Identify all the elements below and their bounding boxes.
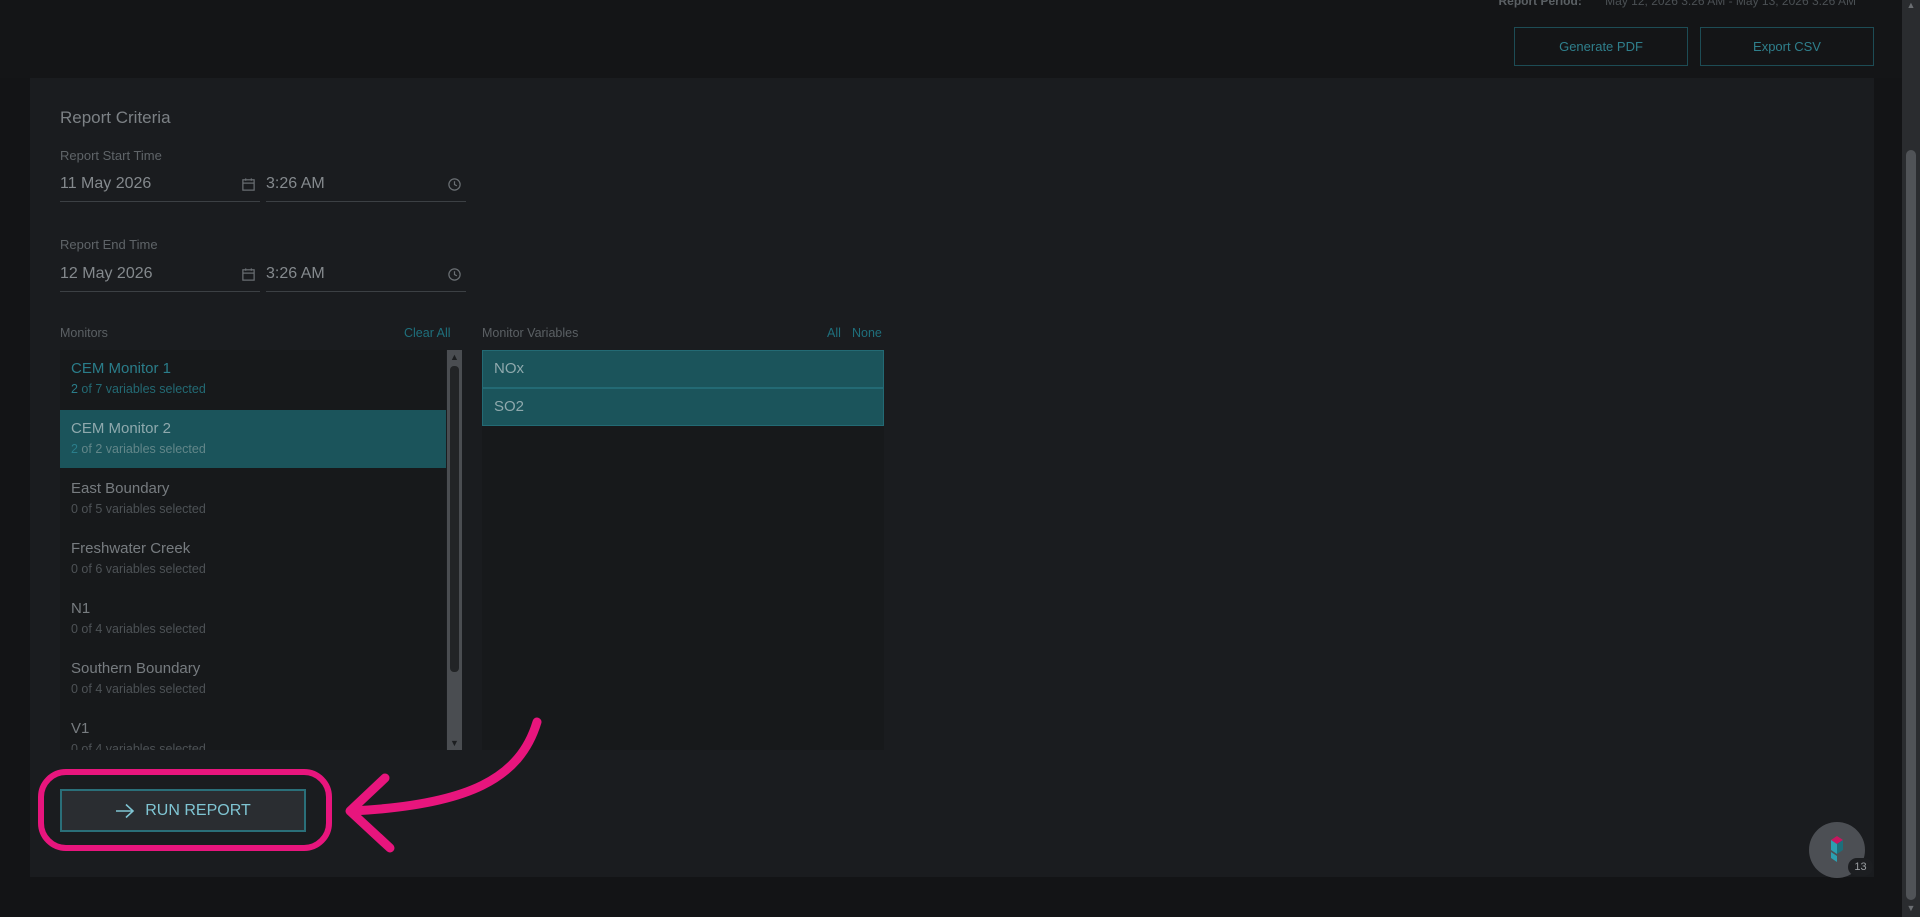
monitor-name: CEM Monitor 1 xyxy=(71,360,172,377)
variable-item-so2[interactable]: SO2 xyxy=(482,388,884,426)
monitor-selection-count: 2 of 7 variables selected xyxy=(71,382,206,396)
end-time-label: Report End Time xyxy=(60,237,158,252)
monitor-item-east-boundary[interactable]: East Boundary 0 of 5 variables selected xyxy=(60,470,446,528)
monitors-scrollbar[interactable]: ▲ ▼ xyxy=(447,350,462,750)
monitor-item-cem-monitor-1[interactable]: CEM Monitor 1 2 of 7 variables selected xyxy=(60,350,446,408)
monitor-selection-count: 0 of 4 variables selected xyxy=(71,742,206,750)
monitor-name: East Boundary xyxy=(71,480,170,497)
monitors-list[interactable]: CEM Monitor 1 2 of 7 variables selected … xyxy=(60,350,446,750)
end-time-value: 3:26 AM xyxy=(266,265,325,282)
select-all-link[interactable]: All xyxy=(827,326,841,340)
monitor-name: V1 xyxy=(71,720,90,737)
export-csv-button[interactable]: Export CSV xyxy=(1700,27,1874,66)
scroll-down-icon[interactable]: ▼ xyxy=(1902,903,1920,917)
monitor-selection-count: 0 of 4 variables selected xyxy=(71,622,206,636)
monitors-label: Monitors xyxy=(60,326,108,340)
clock-icon[interactable] xyxy=(447,267,462,282)
monitor-selection-count: 0 of 6 variables selected xyxy=(71,562,206,576)
monitor-name: CEM Monitor 2 xyxy=(71,420,172,437)
page-scrollbar-thumb[interactable] xyxy=(1906,150,1916,900)
monitor-item-cem-monitor-2[interactable]: CEM Monitor 2 2 of 2 variables selected xyxy=(60,410,446,468)
start-time-value: 3:26 AM xyxy=(266,175,325,192)
end-date-value: 12 May 2026 xyxy=(60,265,153,282)
start-date-value: 11 May 2026 xyxy=(60,175,152,192)
callout-highlight-box xyxy=(38,769,332,851)
scroll-up-icon[interactable]: ▲ xyxy=(447,350,462,364)
calendar-icon[interactable] xyxy=(241,267,256,282)
end-time-field[interactable]: 3:26 AM xyxy=(266,263,466,292)
monitor-item-southern-boundary[interactable]: Southern Boundary 0 of 4 variables selec… xyxy=(60,650,446,708)
page-scrollbar[interactable]: ▲ ▼ xyxy=(1902,0,1920,917)
monitor-name: Southern Boundary xyxy=(71,660,201,677)
monitor-variables-list[interactable]: NOx SO2 xyxy=(482,350,884,750)
monitor-selection-count: 0 of 5 variables selected xyxy=(71,502,206,516)
report-criteria-title: Report Criteria xyxy=(60,108,171,127)
monitor-item-n1[interactable]: N1 0 of 4 variables selected xyxy=(60,590,446,648)
monitor-name: N1 xyxy=(71,600,91,617)
report-period: Report Period: May 12, 2026 3:26 AM - Ma… xyxy=(1498,0,1856,8)
monitor-name: Freshwater Creek xyxy=(71,540,191,557)
top-bar: Report Period: May 12, 2026 3:26 AM - Ma… xyxy=(0,0,1902,78)
monitor-selection-count: 2 of 2 variables selected xyxy=(71,442,206,456)
scroll-up-icon[interactable]: ▲ xyxy=(1902,0,1920,14)
monitor-item-freshwater-creek[interactable]: Freshwater Creek 0 of 6 variables select… xyxy=(60,530,446,588)
start-date-field[interactable]: 11 May 2026 xyxy=(60,173,260,202)
report-period-label: Report Period: xyxy=(1498,0,1582,8)
end-date-field[interactable]: 12 May 2026 xyxy=(60,263,260,292)
report-period-value: May 12, 2026 3:26 AM - May 13, 2026 3:26… xyxy=(1605,0,1856,8)
clear-all-link[interactable]: Clear All xyxy=(404,326,451,340)
notification-badge: 13 xyxy=(1848,858,1873,876)
variable-item-nox[interactable]: NOx xyxy=(482,350,884,388)
monitor-item-v1[interactable]: V1 0 of 4 variables selected xyxy=(60,710,446,750)
start-time-field[interactable]: 3:26 AM xyxy=(266,173,466,202)
monitors-scrollbar-thumb[interactable] xyxy=(450,366,459,672)
calendar-icon[interactable] xyxy=(241,177,256,192)
monitor-selection-count: 0 of 4 variables selected xyxy=(71,682,206,696)
scroll-down-icon[interactable]: ▼ xyxy=(447,736,462,750)
generate-pdf-button[interactable]: Generate PDF xyxy=(1514,27,1688,66)
select-none-link[interactable]: None xyxy=(852,326,882,340)
start-time-label: Report Start Time xyxy=(60,148,162,163)
clock-icon[interactable] xyxy=(447,177,462,192)
monitor-variables-label: Monitor Variables xyxy=(482,326,579,340)
